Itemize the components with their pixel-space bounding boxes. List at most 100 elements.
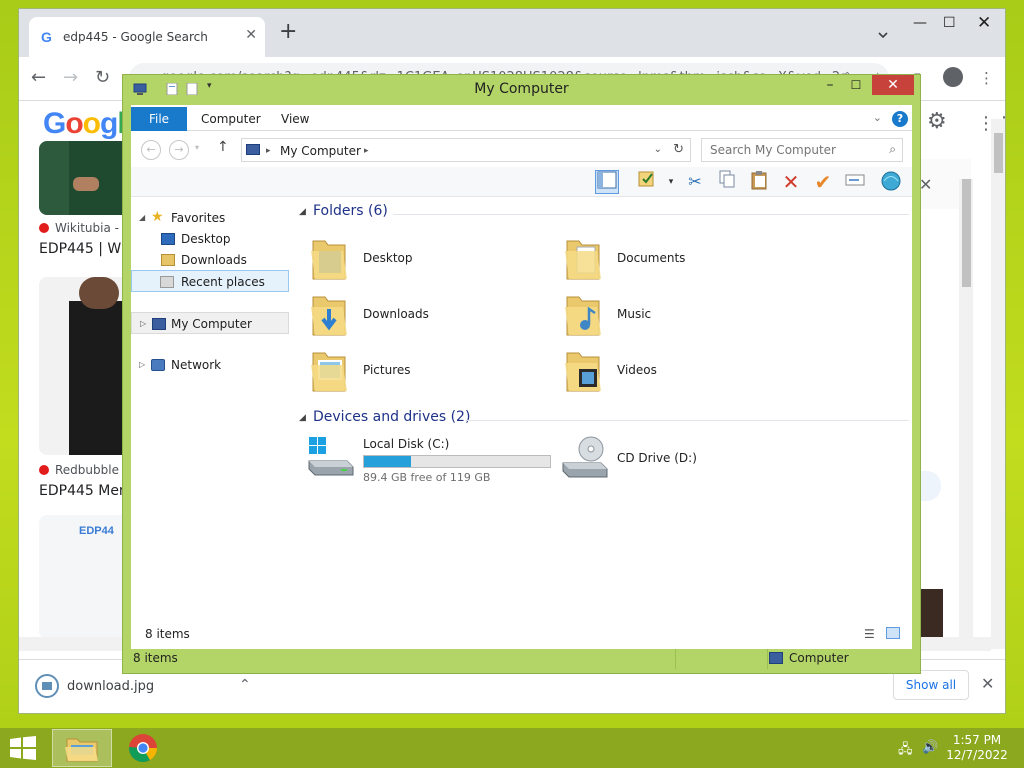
expand-arrow-icon[interactable]: ▷	[139, 354, 145, 376]
folder-pictures[interactable]: Pictures	[297, 347, 547, 401]
explorer-title-bar[interactable]: ▾ My Computer – ☐ ✕	[123, 75, 920, 105]
search-input[interactable]	[702, 139, 882, 161]
breadcrumb-my-computer[interactable]: My Computer	[280, 144, 361, 158]
collapse-group-icon[interactable]: ◢	[299, 413, 306, 423]
tiles-view-icon[interactable]	[886, 627, 900, 639]
expand-arrow-icon[interactable]: ▷	[140, 313, 146, 335]
tab-search-chevron-icon[interactable]	[877, 29, 889, 41]
up-arrow-icon[interactable]: ↑	[217, 139, 229, 155]
explorer-body: File Computer View ⌄ ? ← → ▾ ↑ ▸ My Comp…	[131, 105, 912, 667]
refresh-icon[interactable]: ↻	[673, 142, 684, 157]
clock-time: 1:57 PM	[952, 733, 1002, 747]
volume-tray-icon[interactable]: 🔊	[922, 740, 938, 755]
image-result-thumbnail[interactable]: EDP44	[39, 515, 129, 639]
drive-free-space: 89.4 GB free of 119 GB	[363, 471, 491, 484]
chrome-maximize-icon[interactable]: ☐	[943, 15, 956, 31]
recent-locations-icon[interactable]: ▾	[195, 143, 199, 152]
image-result-thumbnail[interactable]	[39, 141, 129, 215]
ribbon-tab-file[interactable]: File	[131, 107, 187, 131]
nav-item-downloads[interactable]: Downloads	[131, 249, 289, 271]
download-item[interactable]: download.jpg ⌃	[33, 672, 255, 702]
breadcrumb-separator-icon[interactable]: ▸	[266, 146, 271, 156]
explorer-title: My Computer	[474, 81, 569, 97]
collapse-arrow-icon[interactable]: ◢	[139, 207, 145, 229]
nav-item-my-computer[interactable]: ▷ My Computer	[131, 312, 289, 334]
explorer-minimize-icon[interactable]: –	[819, 75, 841, 97]
expand-ribbon-icon[interactable]: ⌄	[873, 111, 882, 124]
google-favicon-icon: G	[41, 29, 52, 45]
forward-arrow-icon[interactable]: →	[63, 67, 78, 88]
chrome-close-icon[interactable]: ✕	[977, 13, 991, 33]
search-box[interactable]: ⌕	[701, 138, 903, 162]
documents-folder-icon	[565, 240, 601, 280]
drive-label: CD Drive (D:)	[617, 451, 697, 465]
nav-item-network[interactable]: ▷ Network	[131, 354, 289, 376]
folder-desktop[interactable]: Desktop	[297, 235, 547, 289]
help-icon[interactable]: ?	[892, 111, 908, 127]
chrome-tab[interactable]: G edp445 - Google Search ✕	[29, 17, 265, 57]
system-clock[interactable]: 1:57 PM 12/7/2022	[944, 733, 1010, 763]
close-download-shelf-icon[interactable]: ✕	[981, 674, 994, 693]
drive-local-disk-c[interactable]: Local Disk (C:) 89.4 GB free of 119 GB	[297, 433, 557, 487]
explorer-close-icon[interactable]: ✕	[872, 75, 914, 95]
scrollbar-thumb[interactable]	[994, 133, 1003, 173]
cut-icon[interactable]: ✂	[683, 170, 707, 194]
folder-label: Pictures	[363, 363, 411, 377]
settings-gear-icon[interactable]: ⚙	[927, 109, 947, 134]
tab-close-icon[interactable]: ✕	[245, 27, 257, 43]
collapse-group-icon[interactable]: ◢	[299, 207, 306, 217]
copy-icon[interactable]	[715, 170, 739, 194]
results-scrollbar-thumb[interactable]	[962, 179, 971, 287]
nav-item-recent-places[interactable]: Recent places	[131, 270, 289, 292]
reload-icon[interactable]: ↻	[95, 67, 110, 88]
nav-item-favorites[interactable]: ◢ ★ Favorites	[131, 207, 289, 229]
globe-network-icon[interactable]	[879, 170, 903, 194]
windows-start-icon[interactable]	[8, 736, 38, 760]
forward-icon[interactable]: →	[169, 140, 189, 160]
chrome-menu-icon[interactable]: ⋮	[979, 69, 994, 87]
new-tab-button[interactable]: +	[279, 21, 297, 43]
folder-documents[interactable]: Documents	[551, 235, 801, 289]
taskbar-chrome[interactable]	[114, 729, 174, 767]
panel-close-icon[interactable]: ✕	[919, 175, 932, 194]
taskbar-file-explorer[interactable]	[52, 729, 112, 767]
image-result-thumbnail[interactable]	[39, 277, 129, 455]
address-box[interactable]: ▸ My Computer ▸ ⌄ ↻	[241, 138, 691, 162]
view-switcher: ☰	[864, 627, 904, 641]
folder-music[interactable]: Music	[551, 291, 801, 345]
ribbon-tab-view[interactable]: View	[281, 107, 309, 131]
next-button-edge[interactable]	[919, 471, 941, 501]
folder-label: Videos	[617, 363, 657, 377]
confirm-checkmark-icon[interactable]: ✔	[811, 170, 835, 194]
drive-cd-d[interactable]: CD Drive (D:)	[551, 433, 751, 487]
devices-group-header[interactable]: ◢ Devices and drives (2)	[297, 409, 909, 431]
network-tray-icon[interactable]: 🖧	[898, 740, 913, 762]
layout-pane-icon[interactable]	[595, 170, 619, 194]
chevron-up-icon[interactable]: ⌃	[239, 677, 251, 693]
paste-icon[interactable]	[747, 170, 771, 194]
profile-avatar[interactable]	[943, 67, 963, 87]
chrome-minimize-icon[interactable]: —	[913, 15, 927, 31]
back-arrow-icon[interactable]: ←	[31, 67, 46, 88]
result-title[interactable]: EDP445 | Wik	[39, 241, 133, 257]
breadcrumb-separator-icon[interactable]: ▸	[364, 146, 369, 156]
page-scrollbar[interactable]	[991, 119, 1005, 649]
details-view-icon[interactable]: ☰	[864, 627, 875, 641]
result-title[interactable]: EDP445 Mem	[39, 483, 133, 499]
ribbon-tab-computer[interactable]: Computer	[201, 107, 261, 131]
downloads-folder-icon	[311, 296, 347, 336]
folder-downloads[interactable]: Downloads	[297, 291, 547, 345]
delete-icon[interactable]: ✕	[779, 170, 803, 194]
show-all-button[interactable]: Show all	[893, 670, 969, 700]
back-icon[interactable]: ←	[141, 140, 161, 160]
rename-icon[interactable]	[843, 170, 867, 194]
explorer-maximize-icon[interactable]: ☐	[845, 75, 867, 97]
folders-group-header[interactable]: ◢ Folders (6)	[297, 203, 909, 225]
select-all-icon[interactable]	[635, 170, 659, 194]
folder-videos[interactable]: Videos	[551, 347, 801, 401]
nav-item-desktop[interactable]: Desktop	[131, 228, 289, 250]
results-scrollbar[interactable]	[959, 179, 973, 639]
select-dropdown-icon[interactable]: ▾	[659, 170, 683, 194]
folder-label: Desktop	[363, 251, 413, 265]
address-history-chevron-icon[interactable]: ⌄	[654, 144, 662, 155]
